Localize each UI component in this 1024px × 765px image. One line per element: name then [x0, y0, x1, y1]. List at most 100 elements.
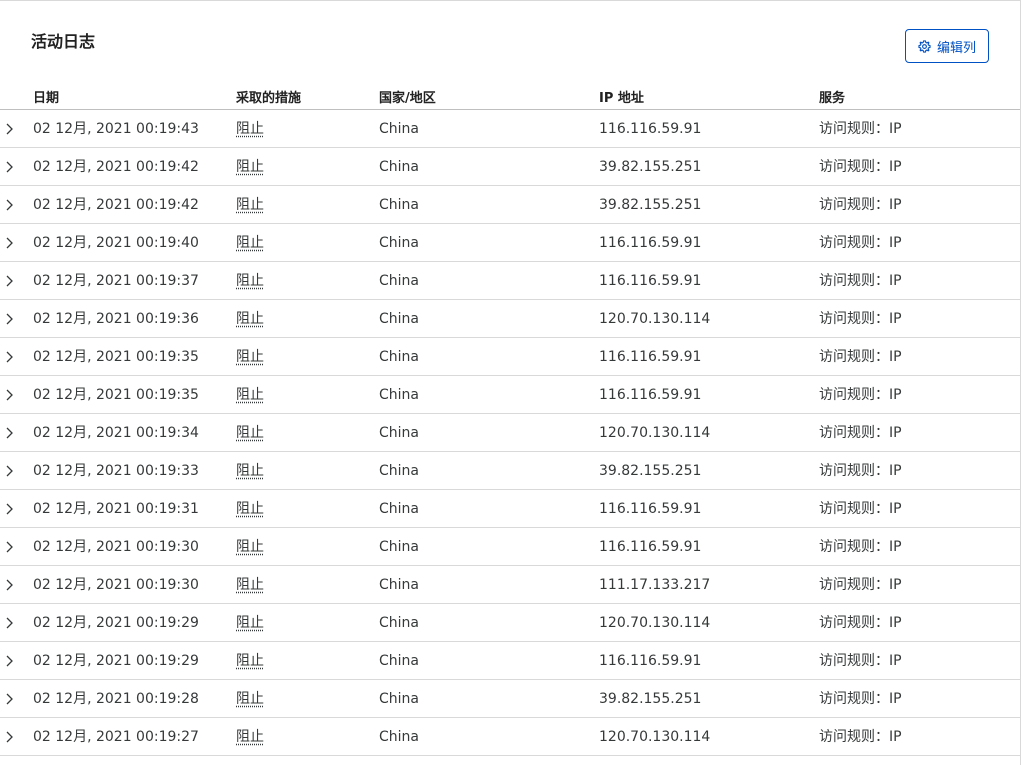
row-country: China — [379, 121, 419, 137]
row-service: 访问规则：IP — [819, 197, 902, 213]
row-action[interactable]: 阻止 — [236, 691, 264, 707]
column-header-ip[interactable]: IP 地址 — [599, 87, 644, 106]
chevron-right-icon[interactable] — [5, 161, 15, 173]
row-action[interactable]: 阻止 — [236, 235, 264, 251]
row-action[interactable]: 阻止 — [236, 615, 264, 631]
table-body: 02 12月, 2021 00:19:43 阻止 China 116.116.59.9… — [0, 110, 1020, 756]
table-row[interactable]: 02 12月, 2021 00:19:27 阻止 China 120.70.130.1… — [0, 718, 1020, 756]
row-action[interactable]: 阻止 — [236, 501, 264, 517]
chevron-right-icon[interactable] — [5, 427, 15, 439]
row-country: China — [379, 729, 419, 745]
activity-table: 日期 采取的措施 国家/地区 IP 地址 服务 02 12月, 2021 00:… — [0, 84, 1020, 756]
table-row[interactable]: 02 12月, 2021 00:19:35 阻止 China 116.116.59.9… — [0, 338, 1020, 376]
table-row[interactable]: 02 12月, 2021 00:19:43 阻止 China 116.116.59.9… — [0, 110, 1020, 148]
row-action-text: 阻止 — [236, 539, 264, 555]
chevron-right-icon[interactable] — [5, 351, 15, 363]
edit-columns-button[interactable]: 编辑列 — [905, 29, 989, 63]
row-action[interactable]: 阻止 — [236, 273, 264, 289]
row-action[interactable]: 阻止 — [236, 311, 264, 327]
row-action-text: 阻止 — [236, 615, 264, 631]
row-date: 02 12月, 2021 00:19:30 — [33, 577, 199, 593]
row-action[interactable]: 阻止 — [236, 349, 264, 365]
row-service: 访问规则：IP — [819, 235, 902, 251]
row-date: 02 12月, 2021 00:19:34 — [33, 425, 199, 441]
row-action-text: 阻止 — [236, 235, 264, 251]
table-row[interactable]: 02 12月, 2021 00:19:31 阻止 China 116.116.59.9… — [0, 490, 1020, 528]
column-header-action[interactable]: 采取的措施 — [236, 87, 301, 106]
row-action[interactable]: 阻止 — [236, 197, 264, 213]
column-header-country[interactable]: 国家/地区 — [379, 87, 436, 106]
table-row[interactable]: 02 12月, 2021 00:19:28 阻止 China 39.82.155.25… — [0, 680, 1020, 718]
table-header: 日期 采取的措施 国家/地区 IP 地址 服务 — [0, 84, 1020, 110]
row-country: China — [379, 159, 419, 175]
row-action-text: 阻止 — [236, 121, 264, 137]
table-row[interactable]: 02 12月, 2021 00:19:37 阻止 China 116.116.59.9… — [0, 262, 1020, 300]
chevron-right-icon[interactable] — [5, 731, 15, 743]
table-row[interactable]: 02 12月, 2021 00:19:29 阻止 China 116.116.59.9… — [0, 642, 1020, 680]
table-row[interactable]: 02 12月, 2021 00:19:42 阻止 China 39.82.155.25… — [0, 186, 1020, 224]
page-title: 活动日志 — [31, 32, 96, 51]
row-ip: 39.82.155.251 — [599, 463, 702, 479]
column-header-service[interactable]: 服务 — [819, 87, 845, 106]
row-action[interactable]: 阻止 — [236, 121, 264, 137]
row-date: 02 12月, 2021 00:19:35 — [33, 349, 199, 365]
row-action-text: 阻止 — [236, 691, 264, 707]
activity-log-panel: 活动日志 编辑列 日期 采取的措施 国家/地区 IP 地址 服务 02 12月,… — [0, 0, 1021, 765]
chevron-right-icon[interactable] — [5, 655, 15, 667]
chevron-right-icon[interactable] — [5, 503, 15, 515]
row-country: China — [379, 349, 419, 365]
row-ip: 120.70.130.114 — [599, 311, 711, 327]
row-country: China — [379, 691, 419, 707]
chevron-right-icon[interactable] — [5, 275, 15, 287]
row-action-text: 阻止 — [236, 729, 264, 745]
row-action-text: 阻止 — [236, 425, 264, 441]
row-ip: 116.116.59.91 — [599, 501, 702, 517]
row-country: China — [379, 425, 419, 441]
table-row[interactable]: 02 12月, 2021 00:19:34 阻止 China 120.70.130.1… — [0, 414, 1020, 452]
table-row[interactable]: 02 12月, 2021 00:19:30 阻止 China 116.116.59.9… — [0, 528, 1020, 566]
column-header-date[interactable]: 日期 — [33, 87, 59, 106]
row-service: 访问规则：IP — [819, 729, 902, 745]
edit-columns-label: 编辑列 — [936, 40, 976, 56]
row-action-text: 阻止 — [236, 273, 264, 289]
chevron-right-icon[interactable] — [5, 237, 15, 249]
table-row[interactable]: 02 12月, 2021 00:19:35 阻止 China 116.116.59.9… — [0, 376, 1020, 414]
row-action[interactable]: 阻止 — [236, 463, 264, 479]
row-ip: 116.116.59.91 — [599, 539, 702, 555]
row-action[interactable]: 阻止 — [236, 425, 264, 441]
chevron-right-icon[interactable] — [5, 313, 15, 325]
row-action[interactable]: 阻止 — [236, 653, 264, 669]
chevron-right-icon[interactable] — [5, 693, 15, 705]
chevron-right-icon[interactable] — [5, 617, 15, 629]
row-ip: 116.116.59.91 — [599, 387, 702, 403]
row-date: 02 12月, 2021 00:19:28 — [33, 691, 199, 707]
table-row[interactable]: 02 12月, 2021 00:19:40 阻止 China 116.116.59.9… — [0, 224, 1020, 262]
chevron-right-icon[interactable] — [5, 123, 15, 135]
row-action[interactable]: 阻止 — [236, 729, 264, 745]
row-ip: 111.17.133.217 — [599, 577, 711, 593]
row-action[interactable]: 阻止 — [236, 539, 264, 555]
row-ip: 116.116.59.91 — [599, 273, 702, 289]
table-row[interactable]: 02 12月, 2021 00:19:42 阻止 China 39.82.155.25… — [0, 148, 1020, 186]
chevron-right-icon[interactable] — [5, 199, 15, 211]
row-date: 02 12月, 2021 00:19:27 — [33, 729, 199, 745]
row-action[interactable]: 阻止 — [236, 577, 264, 593]
row-service: 访问规则：IP — [819, 159, 902, 175]
chevron-right-icon[interactable] — [5, 465, 15, 477]
table-row[interactable]: 02 12月, 2021 00:19:29 阻止 China 120.70.130.1… — [0, 604, 1020, 642]
row-country: China — [379, 539, 419, 555]
chevron-right-icon[interactable] — [5, 579, 15, 591]
row-country: China — [379, 653, 419, 669]
row-action[interactable]: 阻止 — [236, 387, 264, 403]
row-action[interactable]: 阻止 — [236, 159, 264, 175]
chevron-right-icon[interactable] — [5, 541, 15, 553]
table-row[interactable]: 02 12月, 2021 00:19:30 阻止 China 111.17.133.2… — [0, 566, 1020, 604]
row-date: 02 12月, 2021 00:19:40 — [33, 235, 199, 251]
row-service: 访问规则：IP — [819, 501, 902, 517]
row-service: 访问规则：IP — [819, 577, 902, 593]
gear-icon — [918, 39, 931, 53]
row-country: China — [379, 577, 419, 593]
chevron-right-icon[interactable] — [5, 389, 15, 401]
table-row[interactable]: 02 12月, 2021 00:19:33 阻止 China 39.82.155.25… — [0, 452, 1020, 490]
table-row[interactable]: 02 12月, 2021 00:19:36 阻止 China 120.70.130.1… — [0, 300, 1020, 338]
